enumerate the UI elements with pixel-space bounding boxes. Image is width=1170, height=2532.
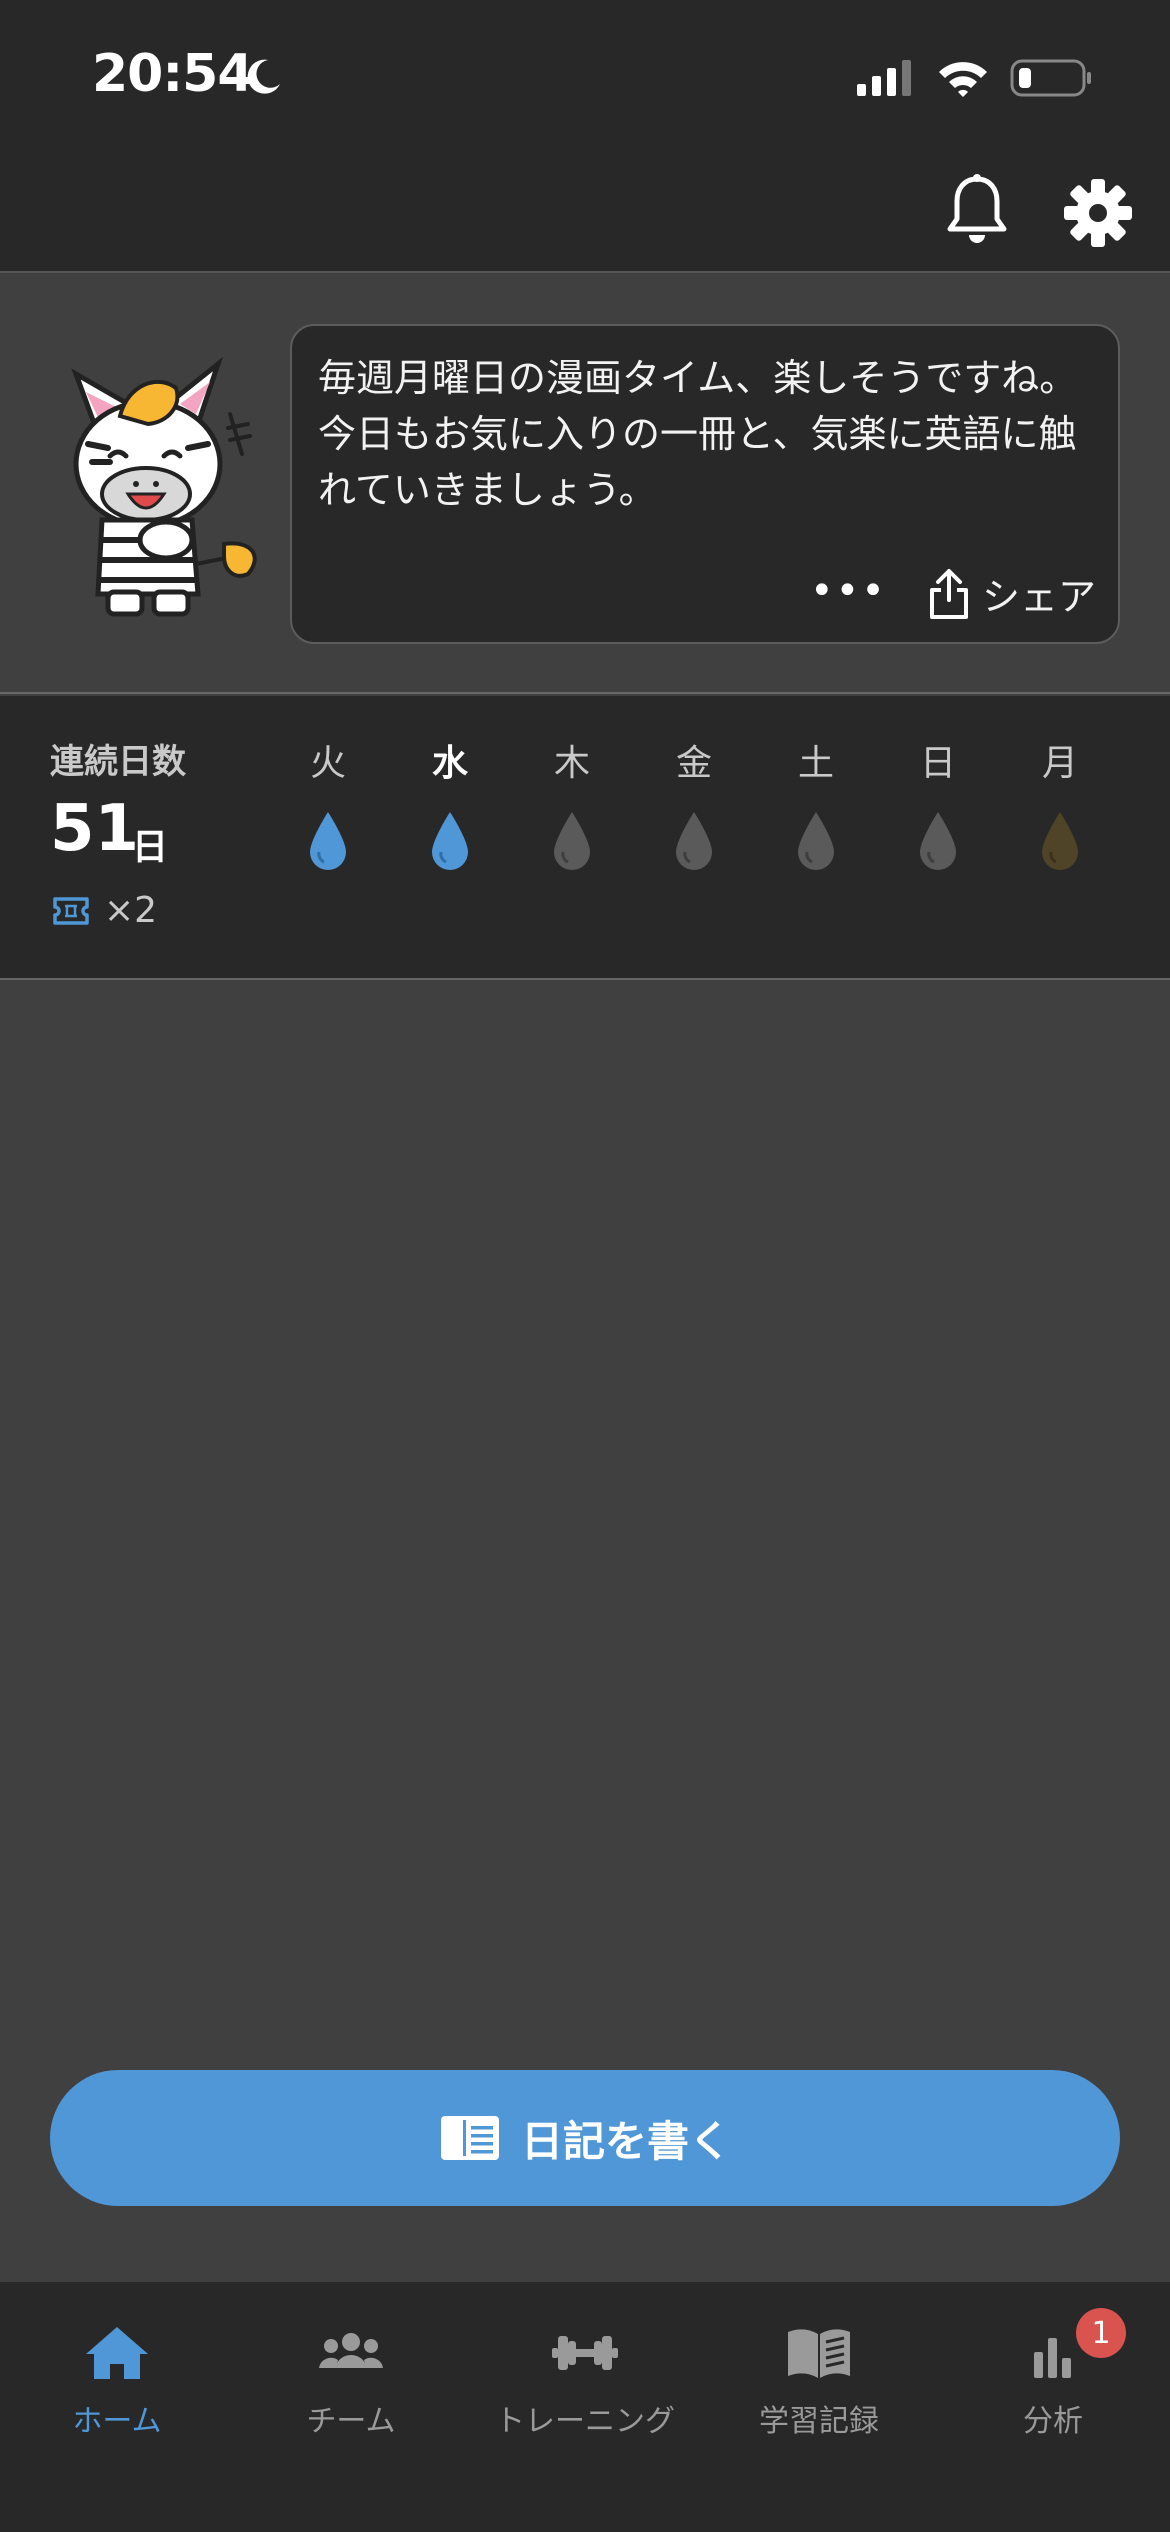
app-header [0, 155, 1170, 273]
message-bubble: 毎週月曜日の漫画タイム、楽しそうですね。今日もお気に入りの一冊と、気楽に英語に触… [290, 324, 1120, 644]
write-diary-label: 日記を書く [520, 2116, 731, 2166]
moon-icon [247, 59, 280, 94]
weekday-thu: 木 [512, 734, 632, 874]
tab-training[interactable]: トレーニング [468, 2324, 702, 2440]
weekday-label: 土 [797, 743, 834, 784]
wifi-icon [939, 62, 987, 97]
streak-unit: 日 [132, 827, 169, 868]
tab-analysis[interactable]: 分析 1 [936, 2308, 1170, 2440]
weekday-label: 日 [919, 743, 956, 784]
status-bar: 20:54 [0, 0, 1170, 155]
weekday-label: 月 [1041, 743, 1078, 784]
notification-badge: 1 [1076, 2308, 1126, 2358]
zebra-mascot-icon [71, 356, 257, 617]
mascot-message-section: 毎週月曜日の漫画タイム、楽しそうですね。今日もお気に入りの一冊と、気楽に英語に触… [0, 274, 1170, 694]
tab-study-log[interactable]: 学習記録 [702, 2324, 936, 2440]
weekday-row: 火 水 木 金 土 日 月 [268, 734, 1120, 874]
share-icon [930, 568, 968, 619]
weekday-label: 火 [309, 743, 346, 784]
weekday-sat: 土 [756, 734, 876, 874]
water-drop-icon [432, 812, 468, 870]
water-drop-icon [676, 812, 712, 870]
weekday-label: 木 [553, 743, 590, 784]
streak-count: 51 [50, 792, 140, 866]
notification-bell-icon[interactable] [944, 173, 1010, 249]
team-icon [319, 2333, 383, 2368]
streak-label: 連続日数 [50, 742, 186, 782]
bottom-tab-bar: ホーム チーム トレーニング 学習記録 分析 1 [0, 2282, 1170, 2532]
water-drop-icon [1042, 812, 1078, 870]
weekday-tue: 火 [268, 734, 388, 874]
weekday-mon: 月 [1000, 734, 1120, 874]
home-icon [86, 2327, 148, 2379]
weekday-label: 水 [431, 743, 468, 784]
book-icon [788, 2329, 850, 2378]
tab-label: チーム [306, 2404, 396, 2439]
write-diary-button[interactable]: 日記を書く [50, 2070, 1120, 2206]
weekday-fri: 金 [634, 734, 754, 874]
tab-home[interactable]: ホーム [0, 2324, 234, 2440]
cellular-signal-icon [857, 60, 911, 96]
water-drop-icon [920, 812, 956, 870]
streak-freeze-ticket-icon [53, 897, 89, 925]
dumbbell-icon [552, 2336, 618, 2370]
tab-label: ホーム [72, 2404, 162, 2439]
ticket-count: ×2 [104, 890, 158, 931]
tab-label: 分析 [1023, 2404, 1083, 2439]
water-drop-icon [554, 812, 590, 870]
streak-section: 連続日数 51 日 ×2 火 水 木 金 土 日 月 [0, 696, 1170, 980]
message-text: 毎週月曜日の漫画タイム、楽しそうですね。今日もお気に入りの一冊と、気楽に英語に触… [318, 356, 1078, 512]
status-time: 20:54 [92, 44, 254, 104]
water-drop-icon [798, 812, 834, 870]
share-button[interactable]: シェア [928, 566, 1096, 621]
water-drop-icon [310, 812, 346, 870]
weekday-label: 金 [675, 743, 712, 784]
tab-team[interactable]: チーム [234, 2324, 468, 2440]
weekday-wed: 水 [390, 734, 510, 874]
diary-icon [440, 2116, 499, 2160]
tab-label: トレーニング [495, 2404, 675, 2439]
settings-gear-icon[interactable] [1062, 177, 1134, 249]
more-options-button[interactable]: ••• [810, 571, 887, 611]
share-label: シェア [982, 575, 1097, 619]
battery-icon [1010, 59, 1091, 97]
tab-label: 学習記録 [759, 2404, 879, 2439]
weekday-sun: 日 [878, 734, 998, 874]
